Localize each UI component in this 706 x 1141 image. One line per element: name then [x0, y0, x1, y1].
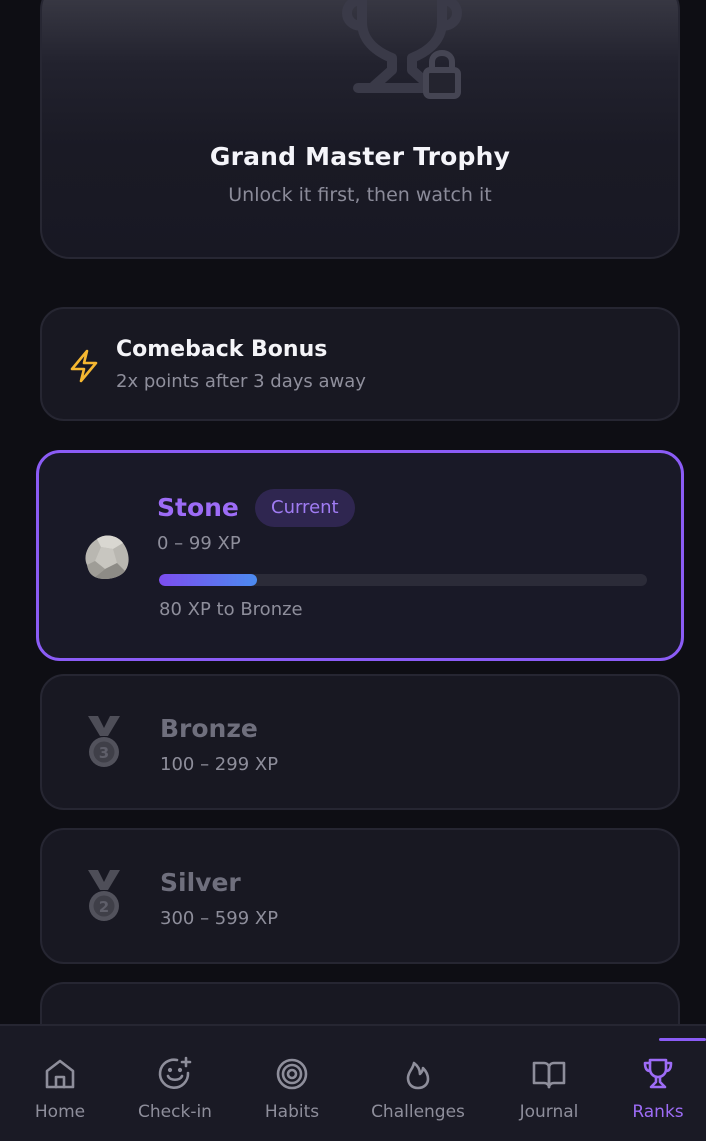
rank-card-silver[interactable]: 2 Silver 300 – 599 XP — [40, 828, 680, 964]
nav-label: Habits — [264, 1102, 320, 1122]
nav-habits[interactable]: Habits — [232, 1056, 352, 1136]
target-icon — [276, 1058, 308, 1090]
trophy-title: Grand Master Trophy — [209, 142, 511, 171]
rank-name: Silver — [160, 868, 241, 897]
rank-name: Stone — [157, 493, 239, 522]
svg-text:3: 3 — [99, 744, 109, 762]
smile-plus-icon — [158, 1056, 192, 1089]
rank-name: Bronze — [160, 714, 258, 743]
nav-ranks[interactable]: Ranks — [598, 1056, 706, 1136]
nav-label: Ranks — [632, 1102, 684, 1122]
rank-range: 100 – 299 XP — [160, 754, 279, 775]
bonus-title: Comeback Bonus — [116, 337, 328, 362]
nav-label: Journal — [519, 1102, 579, 1122]
xp-progress-label: 80 XP to Bronze — [159, 599, 303, 620]
trophy-icon — [643, 1058, 673, 1089]
rank-card-stone[interactable]: Stone Current 0 – 99 XP 80 XP to Bronze — [36, 450, 684, 661]
nav-label: Home — [34, 1102, 86, 1122]
rank-range: 0 – 99 XP — [157, 533, 241, 554]
rank-range: 300 – 599 XP — [160, 908, 279, 929]
svg-text:2: 2 — [99, 898, 109, 916]
bonus-subtitle: 2x points after 3 days away — [116, 371, 366, 392]
current-badge: Current — [255, 489, 355, 527]
book-icon — [532, 1061, 566, 1089]
lightning-icon — [70, 349, 98, 383]
nav-journal[interactable]: Journal — [489, 1056, 609, 1136]
bottom-nav: Home Check-in Habits Challenges Journal … — [0, 1024, 706, 1141]
xp-progress-bar — [159, 574, 647, 586]
nav-label: Challenges — [371, 1102, 465, 1122]
trophy-subtitle: Unlock it first, then watch it — [228, 184, 492, 206]
xp-progress-fill — [159, 574, 257, 586]
ranks-screen: Grand Master Trophy Unlock it first, the… — [0, 0, 706, 1141]
home-icon — [45, 1059, 75, 1089]
trophy-locked-icon — [342, 0, 462, 99]
active-tab-indicator — [659, 1038, 706, 1041]
nav-challenges[interactable]: Challenges — [358, 1056, 478, 1136]
nav-check-in[interactable]: Check-in — [115, 1056, 235, 1136]
nav-home[interactable]: Home — [0, 1056, 120, 1136]
stone-icon — [85, 535, 129, 579]
comeback-bonus-card[interactable]: Comeback Bonus 2x points after 3 days aw… — [40, 307, 680, 421]
medal-3-icon: 3 — [88, 716, 120, 767]
nav-label: Check-in — [138, 1102, 212, 1122]
rank-card-bronze[interactable]: 3 Bronze 100 – 299 XP — [40, 674, 680, 810]
grand-master-trophy-card[interactable]: Grand Master Trophy Unlock it first, the… — [40, 0, 680, 259]
flame-icon — [406, 1061, 430, 1090]
medal-2-icon: 2 — [88, 870, 120, 921]
